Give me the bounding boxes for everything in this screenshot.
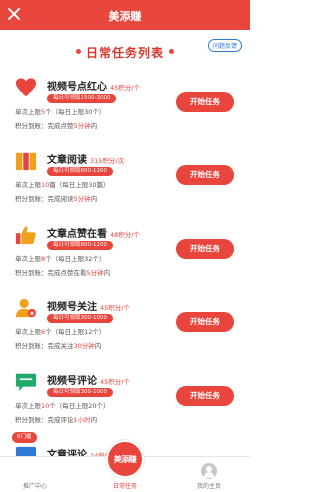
task-payout-text: 积分到账：完成评论1小时内 (15, 416, 98, 424)
profile-icon (201, 463, 217, 479)
daily-limit-badge: 每日可领取600-1200 (47, 167, 113, 176)
task-limit-text: 单次上限10篇（每日上限30篇） (15, 181, 110, 189)
task-limit-text: 单次上限5个（每日上限30个） (15, 108, 106, 116)
daily-limit-badge: 每日可领取1500-3000 (47, 94, 117, 103)
start-task-button[interactable]: 开始任务 (176, 239, 234, 259)
task-title: 视频号评论 45积分/个 (47, 376, 130, 387)
task-item: 视频号关注 45积分/个 每日可领取300-1000 单次上限6个（每日上限12个… (0, 292, 250, 360)
feedback-button[interactable]: 问题反馈 (207, 39, 242, 52)
task-item: 文章阅读 315积分/次 每日可领取600-1200 单次上限10篇（每日上限30… (0, 145, 250, 213)
task-title: 文章点赞在看 48积分/个 (47, 229, 140, 240)
nav-label: 日常任务 (112, 483, 137, 490)
task-item: 文章点赞在看 48积分/个 每日可领取600-1200 单次上限8个（每日上限32… (0, 219, 250, 287)
task-reward: 45积分/个 (100, 304, 130, 312)
daily-limit-badge: 每日可领取300-1000 (47, 314, 113, 323)
daily-limit-badge: 每日可领取300-1000 (47, 388, 113, 397)
nav-label: 我的主页 (196, 483, 221, 490)
daily-limit-badge: 每日可领取600-1200 (47, 241, 113, 250)
task-reward: 45积分/个 (110, 84, 140, 92)
nav-badge: 0门槛 (12, 432, 37, 443)
task-payout-text: 积分到账：完成点赞5分钟内 (15, 122, 98, 130)
start-task-button[interactable]: 开始任务 (176, 312, 234, 332)
page-title: 日常任务列表 (85, 46, 164, 60)
task-reward: 48积分/个 (110, 231, 140, 239)
task-title: 视频号关注 45积分/个 (47, 302, 130, 313)
task-limit-text: 单次上限10个（每日上限20个） (15, 402, 110, 410)
user-follow-icon (15, 298, 37, 318)
start-task-button[interactable]: 开始任务 (176, 165, 234, 185)
comment-icon (15, 373, 37, 392)
start-task-button[interactable]: 开始任务 (176, 386, 234, 406)
logo-text: 美添赚 (113, 455, 137, 464)
task-payout-text: 积分到账：完成点赞在看5分钟内 (15, 269, 111, 277)
center-logo-button[interactable]: 美添赚 (106, 440, 144, 478)
book-icon (15, 152, 37, 171)
task-title: 视频号点红心 45积分/个 (47, 82, 140, 93)
heart-icon (15, 78, 37, 97)
app-title: 美添赚 (108, 10, 142, 23)
heading-dot-right (169, 49, 174, 54)
title-bar: 美添赚 (0, 0, 250, 30)
nav-label: 推广中心 (22, 483, 47, 490)
task-limit-text: 单次上限6个（每日上限12个） (15, 328, 106, 336)
task-payout-text: 积分到账：完成阅读5分钟内 (15, 195, 98, 203)
task-reward: 45积分/个 (100, 378, 130, 386)
start-task-button[interactable]: 开始任务 (176, 92, 234, 112)
thumbs-up-icon (15, 226, 36, 245)
task-item: 视频号评论 45积分/个 每日可领取300-1000 单次上限10个（每日上限20… (0, 366, 250, 434)
task-reward: 315积分/次 (90, 157, 125, 165)
heading-dot-left (75, 49, 81, 54)
task-title: 文章阅读 315积分/次 (47, 155, 125, 166)
task-item: 视频号点红心 45积分/个 每日可领取1500-3000 单次上限5个（每日上限3… (0, 72, 250, 140)
task-payout-text: 积分到账：完成关注30分钟内 (15, 342, 102, 350)
task-limit-text: 单次上限8个（每日上限32个） (15, 255, 106, 263)
